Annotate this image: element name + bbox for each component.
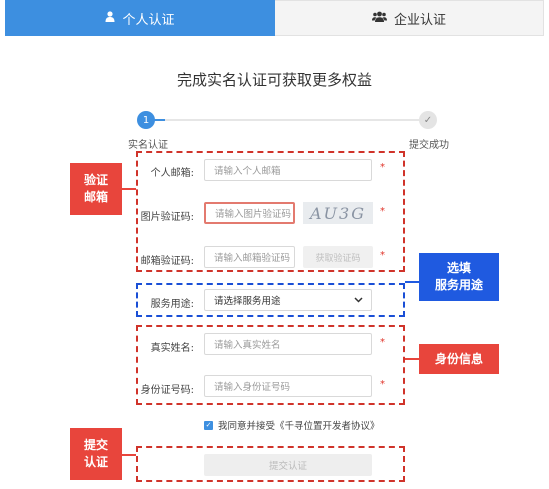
tab-enterprise-label: 企业认证 xyxy=(393,12,446,28)
annotation-box-purpose xyxy=(136,283,405,317)
annotation-box-email xyxy=(136,151,405,272)
tab-personal[interactable]: 个人认证 xyxy=(5,0,275,36)
agreement-text: 我同意并接受《千寻位置开发者协议》 xyxy=(218,421,380,432)
agreement-row[interactable]: ✓ 我同意并接受《千寻位置开发者协议》 xyxy=(204,418,380,432)
annotation-box-submit xyxy=(136,446,405,482)
step2-check-icon: ✓ xyxy=(419,111,437,129)
annotation-box-identity xyxy=(136,325,405,405)
users-icon xyxy=(371,11,387,26)
tab-personal-label: 个人认证 xyxy=(122,12,175,28)
annotation-connector xyxy=(122,454,136,456)
step1-label: 实名认证 xyxy=(128,140,168,151)
annotation-connector xyxy=(405,281,419,283)
step1-indicator: 1 xyxy=(137,111,155,129)
annotation-label-verify-email: 验证 邮箱 xyxy=(70,163,122,215)
checkbox-checked-icon[interactable]: ✓ xyxy=(204,420,213,430)
annotation-connector xyxy=(405,358,419,360)
tab-enterprise[interactable]: 企业认证 xyxy=(275,0,544,36)
annotation-connector xyxy=(122,188,136,190)
annotation-label-select-purpose: 选填 服务用途 xyxy=(419,253,499,301)
user-icon xyxy=(105,10,115,26)
page-title: 完成实名认证可获取更多权益 xyxy=(176,71,372,89)
annotation-label-identity: 身份信息 xyxy=(419,344,499,374)
step2-label: 提交成功 xyxy=(409,140,449,151)
annotation-label-submit: 提交 认证 xyxy=(70,428,122,480)
stepper-track xyxy=(153,119,419,121)
